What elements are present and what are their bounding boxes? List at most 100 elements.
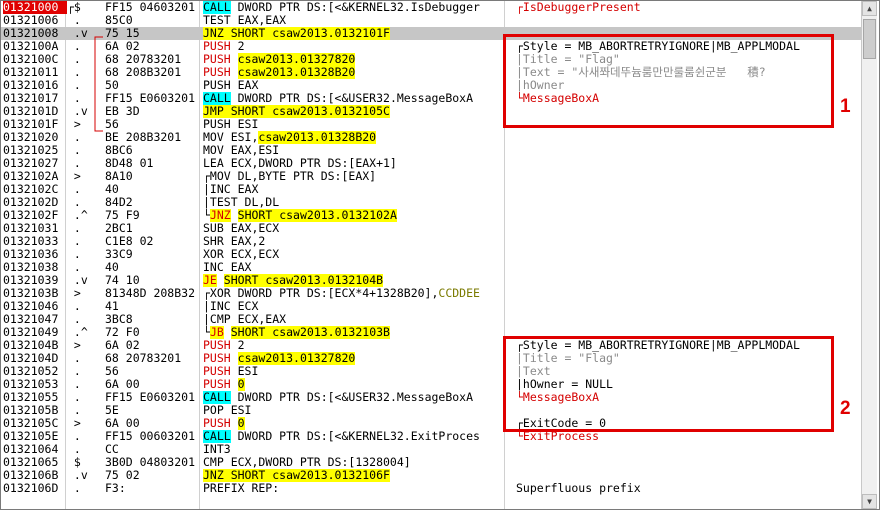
address-cell: 01321008	[3, 27, 59, 40]
marker-cell: .	[67, 313, 81, 326]
instruction-operand	[224, 326, 231, 339]
disassembly-row[interactable]: 01321025 . 8BC6 MOV EAX,ESI	[1, 144, 863, 157]
address-cell: 01321033	[3, 235, 59, 248]
hex-dump-cell: 6A 00	[105, 417, 140, 430]
disassembly-cell: CMP ECX,DWORD PTR DS:[1328004]	[203, 456, 503, 469]
address-cell: 01321020	[3, 131, 59, 144]
instruction-operand	[231, 53, 238, 66]
disassembly-row[interactable]: 01321047 . 3BC8 |CMP ECX,EAX	[1, 313, 863, 326]
disassembly-cell: ┌MOV DL,BYTE PTR DS:[EAX]	[203, 170, 503, 183]
instruction-keyword: csaw2013.01328B20	[258, 131, 377, 144]
disassembly-row[interactable]: 0132103B >81348D 208B32 ┌XOR DWORD PTR DS…	[1, 287, 863, 300]
disassembly-cell: PUSH 0	[203, 417, 503, 430]
disassembly-row[interactable]: 0132102F .^ 75 F9 └JNZ SHORT csaw2013.0132…	[1, 209, 863, 222]
address-cell: 0132102A	[3, 170, 59, 183]
comment-cell	[516, 157, 861, 170]
jump-arrow-icon	[94, 36, 103, 132]
disassembly-row[interactable]: 01321000 ┌$ FF15 04603201 CALL DWORD PTR DS…	[1, 1, 863, 14]
marker-cell: >	[67, 170, 81, 183]
disassembly-cell: PUSH csaw2013.01327820	[203, 352, 503, 365]
address-cell: 01321038	[3, 261, 59, 274]
marker-cell: .	[67, 183, 81, 196]
instruction-operand: DWORD PTR DS:[<&USER32.MessageBoxA	[230, 391, 474, 404]
hex-dump-cell: 68 20783201	[105, 352, 182, 365]
disassembly-row[interactable]: 01321006 . 85C0 TEST EAX,EAX	[1, 14, 863, 27]
marker-cell: .	[67, 352, 81, 365]
disassembly-cell: CALL DWORD PTR DS:[<&KERNEL32.ExitProces	[203, 430, 503, 443]
disassembly-row[interactable]: 01321065 $3B0D 04803201 CMP ECX,DWORD PTR…	[1, 456, 863, 469]
comment-cell: ┌IsDebuggerPresent	[516, 1, 861, 14]
disassembly-row[interactable]: 01321033 . C1E8 02 SHR EAX,2	[1, 235, 863, 248]
disassembly-row[interactable]: 01321031 . 2BC1 SUB EAX,ECX	[1, 222, 863, 235]
disassembly-row[interactable]: 0132102C . 40 |INC EAX	[1, 183, 863, 196]
address-cell: 0132101F	[3, 118, 59, 131]
address-cell: 01321006	[3, 14, 59, 27]
disassembly-cell: INT3	[203, 443, 503, 456]
comment-cell	[516, 196, 861, 209]
disassembly-cell: PUSH 2	[203, 40, 503, 53]
instruction-text: INT3	[203, 443, 231, 456]
disassembly-cell: JNZ SHORT csaw2013.0132101F	[203, 27, 503, 40]
instruction-text: PREFIX REP:	[203, 482, 280, 495]
disassembly-cell: SUB EAX,ECX	[203, 222, 503, 235]
marker-cell: .	[67, 261, 81, 274]
scroll-down-icon[interactable]: ▼	[862, 494, 877, 509]
address-cell: 0132105E	[3, 430, 59, 443]
instruction-text: |TEST DL,DL	[203, 196, 280, 209]
disassembly-row[interactable]: 0132102A >8A10 ┌MOV DL,BYTE PTR DS:[EAX]	[1, 170, 863, 183]
disassembly-row[interactable]: 01321064 . CC INT3	[1, 443, 863, 456]
marker-cell: ┌$	[67, 1, 81, 14]
disassembly-row[interactable]: 0132106B .v 75 02 JNZ SHORT csaw2013.01321…	[1, 469, 863, 482]
disassembly-row[interactable]: 0132106D . F3: PREFIX REP: Superfluous pref…	[1, 482, 863, 495]
instruction-keyword: PUSH	[203, 378, 231, 391]
disassembly-row[interactable]: 01321039 .v 74 10 JE SHORT csaw2013.013210…	[1, 274, 863, 287]
scrollbar-thumb[interactable]	[863, 19, 876, 59]
instruction-target: csaw2013.01328B20	[237, 66, 356, 79]
comment-cell	[516, 209, 861, 222]
address-cell: 01321053	[3, 378, 59, 391]
disassembly-cell: PUSH csaw2013.01328B20	[203, 66, 503, 79]
instruction-operand	[231, 378, 238, 391]
instruction-target: SHORT csaw2013.0132102A	[237, 209, 397, 222]
disassembly-row[interactable]: 01321020 . BE 208B3201 MOV ESI,csaw2013.01…	[1, 131, 863, 144]
instruction-keyword: JNZ	[209, 209, 231, 222]
hex-dump-cell: FF15 04603201	[105, 1, 196, 14]
instruction-keyword: JB	[209, 326, 224, 339]
vertical-scrollbar[interactable]: ▲ ▼	[861, 1, 877, 509]
disassembly-cell: PUSH csaw2013.01327820	[203, 53, 503, 66]
instruction-text: INC EAX	[203, 261, 252, 274]
address-cell: 01321055	[3, 391, 59, 404]
instruction-operand	[231, 352, 238, 365]
disassembly-row[interactable]: 01321027 . 8D48 01 LEA ECX,DWORD PTR DS:[E…	[1, 157, 863, 170]
disassembly-cell: XOR ECX,ECX	[203, 248, 503, 261]
disassembly-cell: POP ESI	[203, 404, 503, 417]
disassembly-cell: PUSH ESI	[203, 365, 503, 378]
disassembly-row[interactable]: 01321038 . 40 INC EAX	[1, 261, 863, 274]
disassembly-row[interactable]: 0132102D . 84D2 |TEST DL,DL	[1, 196, 863, 209]
instruction-operand: DWORD PTR DS:[<&KERNEL32.IsDebugger	[230, 1, 480, 14]
disassembly-cell: |CMP ECX,EAX	[203, 313, 503, 326]
marker-cell: .	[67, 196, 81, 209]
disassembly-cell: PUSH ESI	[203, 118, 503, 131]
disassembly-row[interactable]: 01321036 . 33C9 XOR ECX,ECX	[1, 248, 863, 261]
disassembly-cell: LEA ECX,DWORD PTR DS:[EAX+1]	[203, 157, 503, 170]
instruction-operand: 2	[230, 40, 245, 53]
hex-dump-cell: 41	[105, 300, 119, 313]
marker-cell: .	[67, 222, 81, 235]
instruction-text: POP ESI	[203, 404, 252, 417]
hex-dump-cell: CC	[105, 443, 119, 456]
comment-cell	[516, 183, 861, 196]
address-cell: 0132104B	[3, 339, 59, 352]
disassembly-row[interactable]: 01321046 . 41 |INC ECX	[1, 300, 863, 313]
hex-dump-cell: 75 F9	[105, 209, 140, 222]
instruction-keyword: PUSH	[203, 352, 231, 365]
instruction-keyword: PUSH	[203, 417, 231, 430]
disassembly-cell: MOV ESI,csaw2013.01328B20	[203, 131, 503, 144]
hex-dump-cell: 75 02	[105, 469, 140, 482]
hex-dump-cell: 56	[105, 365, 119, 378]
comment-cell	[516, 313, 861, 326]
scroll-up-icon[interactable]: ▲	[862, 1, 877, 16]
comment-cell	[516, 131, 861, 144]
instruction-operand	[217, 274, 224, 287]
marker-cell: .	[67, 430, 81, 443]
